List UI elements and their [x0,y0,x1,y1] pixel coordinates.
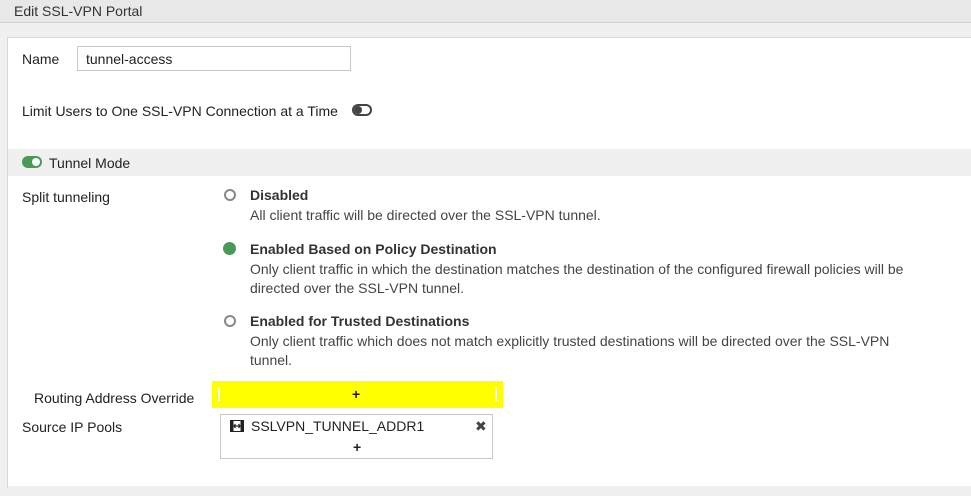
field-edge [495,387,497,401]
option-trusted-title: Enabled for Trusted Destinations [250,313,470,329]
option-trusted-desc-1: Only client traffic which does not match… [250,333,890,349]
radio-disabled[interactable] [224,189,236,201]
limit-users-label: Limit Users to One SSL-VPN Connection at… [22,103,338,119]
option-trusted-desc-2: tunnel. [250,352,293,368]
pool-entry-label: SSLVPN_TUNNEL_ADDR1 [251,418,425,434]
window-titlebar: Edit SSL-VPN Portal [0,0,971,23]
address-range-icon [230,420,244,432]
source-ip-pools-label: Source IP Pools [22,419,123,435]
toggle-knob [354,106,362,114]
option-policy-desc-2: directed over the SSL-VPN tunnel. [250,280,465,296]
add-pool-button[interactable]: + [353,439,361,455]
field-edge [218,387,220,401]
tunnel-mode-toggle[interactable] [22,156,42,168]
option-policy-title: Enabled Based on Policy Destination [250,241,497,257]
option-policy-desc-1: Only client traffic in which the destina… [250,261,904,277]
limit-users-toggle[interactable] [352,104,372,116]
tunnel-mode-section [8,149,971,176]
name-input[interactable] [77,46,351,71]
routing-override-field[interactable]: + [212,381,503,408]
source-ip-pools-field[interactable]: SSLVPN_TUNNEL_ADDR1 ✖ + [220,414,493,459]
routing-override-label: Routing Address Override [34,390,195,406]
option-disabled-title: Disabled [250,187,309,203]
add-routing-address-button[interactable]: + [352,386,360,402]
name-label: Name [22,51,60,67]
toggle-knob [32,158,40,166]
tunnel-mode-label: Tunnel Mode [49,155,131,171]
window-title: Edit SSL-VPN Portal [14,3,143,19]
radio-policy-destination[interactable] [223,242,236,255]
panel-footer [8,486,971,496]
remove-pool-icon[interactable]: ✖ [475,418,487,435]
radio-trusted-destinations[interactable] [224,315,236,327]
split-tunneling-label: Split tunneling [22,189,110,205]
option-disabled-desc: All client traffic will be directed over… [250,207,601,223]
